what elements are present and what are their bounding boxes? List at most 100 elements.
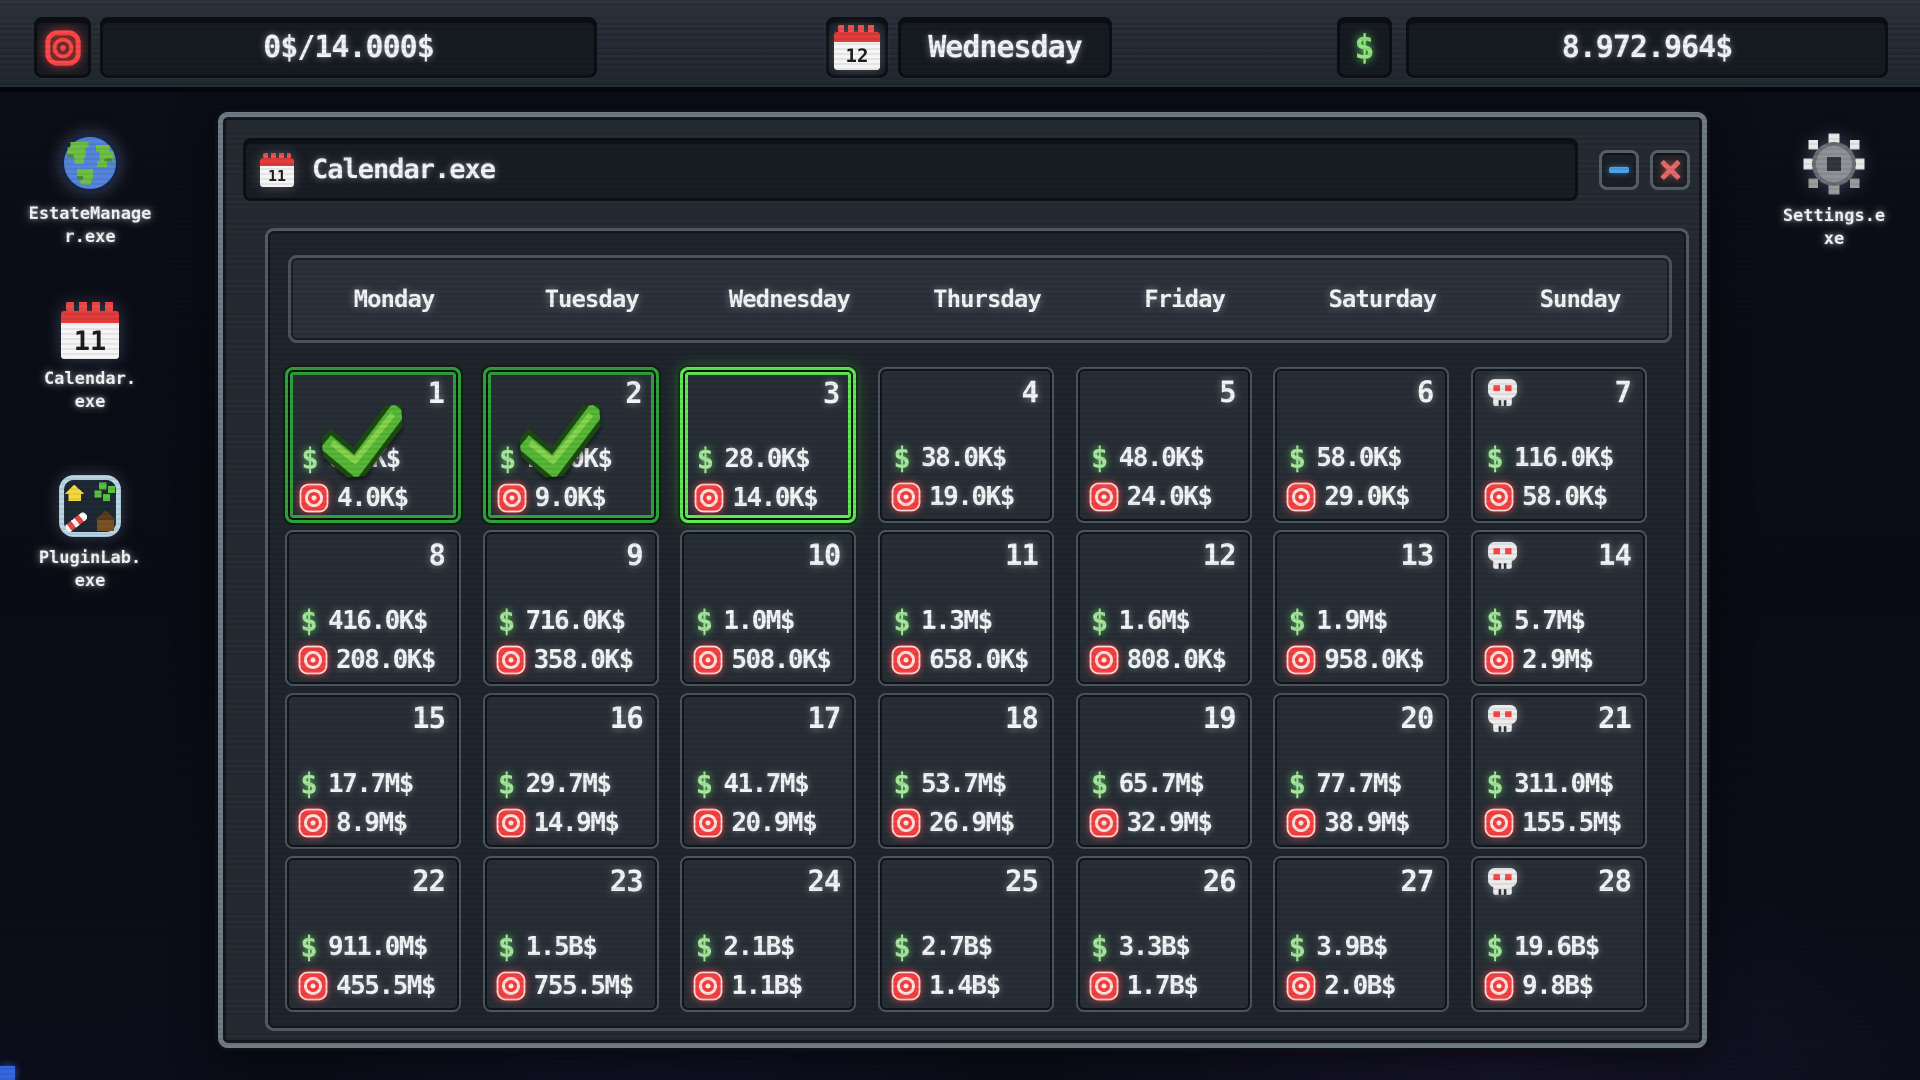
day-cell-24[interactable]: 24 $ 2.1B$ 1.1B$ bbox=[680, 856, 856, 1012]
day-cell-12[interactable]: 12 $ 1.6M$ 808.0K$ bbox=[1076, 530, 1252, 686]
rent-value: 19.0K$ bbox=[929, 482, 1014, 512]
close-icon bbox=[1659, 159, 1681, 181]
dollar-icon: $ bbox=[298, 930, 320, 964]
day-cell-21[interactable]: 21 $ 311.0M$ 155.5M$ bbox=[1471, 693, 1647, 849]
desktop-icon-settings[interactable]: Settings.exe bbox=[1752, 132, 1916, 251]
dollar-icon: $ bbox=[298, 767, 320, 801]
day-cell-20[interactable]: 20 $ 77.7M$ 38.9M$ bbox=[1273, 693, 1449, 849]
rent-target-icon bbox=[1286, 645, 1316, 675]
globe-icon bbox=[59, 132, 121, 194]
day-number: 3 bbox=[823, 376, 839, 410]
calendar-teeth bbox=[263, 153, 291, 158]
rent-row: 1.1B$ bbox=[693, 969, 802, 1003]
rent-value: 38.9M$ bbox=[1324, 808, 1409, 838]
dollar-icon: $ bbox=[1354, 28, 1374, 68]
rent-target-icon bbox=[891, 808, 921, 838]
day-cell-14[interactable]: 14 $ 5.7M$ 2.9M$ bbox=[1471, 530, 1647, 686]
window-titlebar[interactable]: 11 Calendar.exe bbox=[243, 138, 1578, 201]
rent-target-icon bbox=[1089, 645, 1119, 675]
rent-target-icon bbox=[1286, 808, 1316, 838]
day-cell-13[interactable]: 13 $ 1.9M$ 958.0K$ bbox=[1273, 530, 1449, 686]
desktop-icon-calendar[interactable]: 11 Calendar.exe bbox=[8, 302, 172, 414]
day-cell-5[interactable]: 5 $ 48.0K$ 24.0K$ bbox=[1076, 367, 1252, 523]
day-cell-4[interactable]: 4 $ 38.0K$ 19.0K$ bbox=[878, 367, 1054, 523]
day-number: 23 bbox=[610, 864, 643, 898]
desktop-icon-estatemanager[interactable]: EstateManager.exe bbox=[8, 132, 172, 249]
day-number: 17 bbox=[807, 701, 840, 735]
day-cell-1[interactable]: 1 $ 8.0K$ 4.0K$ bbox=[285, 367, 461, 523]
income-row: $ 19.6B$ bbox=[1484, 930, 1599, 964]
income-value: 911.0M$ bbox=[328, 932, 427, 962]
rent-target-icon bbox=[1484, 645, 1514, 675]
day-number: 19 bbox=[1203, 701, 1236, 735]
income-row: $ 28.0K$ bbox=[694, 442, 809, 476]
day-cell-26[interactable]: 26 $ 3.3B$ 1.7B$ bbox=[1076, 856, 1252, 1012]
day-cell-2[interactable]: 2 $ 18.0K$ 9.0K$ bbox=[483, 367, 659, 523]
desktop-icon-pluginlab[interactable]: PluginLab.exe bbox=[8, 474, 172, 593]
day-cell-16[interactable]: 16 $ 29.7M$ 14.9M$ bbox=[483, 693, 659, 849]
day-cell-8[interactable]: 8 $ 416.0K$ 208.0K$ bbox=[285, 530, 461, 686]
desktop-icon-label: PluginLab.exe bbox=[36, 547, 144, 593]
dollar-icon: $ bbox=[694, 442, 716, 476]
skull-icon bbox=[1484, 541, 1521, 572]
day-number: 10 bbox=[807, 538, 840, 572]
rent-value: 658.0K$ bbox=[929, 645, 1028, 675]
balance-display: 8.972.964$ bbox=[1406, 17, 1888, 78]
day-cell-17[interactable]: 17 $ 41.7M$ 20.9M$ bbox=[680, 693, 856, 849]
day-cell-15[interactable]: 15 $ 17.7M$ 8.9M$ bbox=[285, 693, 461, 849]
skull-icon bbox=[1484, 867, 1521, 898]
day-cell-10[interactable]: 10 $ 1.0M$ 508.0K$ bbox=[680, 530, 856, 686]
day-cell-27[interactable]: 27 $ 3.9B$ 2.0B$ bbox=[1273, 856, 1449, 1012]
day-cell-11[interactable]: 11 $ 1.3M$ 658.0K$ bbox=[878, 530, 1054, 686]
calendar-day-number: 11 bbox=[260, 166, 294, 187]
day-cell-25[interactable]: 25 $ 2.7B$ 1.4B$ bbox=[878, 856, 1054, 1012]
desktop-icon-label: EstateManager.exe bbox=[26, 203, 154, 249]
close-button[interactable] bbox=[1650, 150, 1690, 190]
calendar-teeth bbox=[66, 302, 114, 311]
minimize-button[interactable] bbox=[1599, 150, 1639, 190]
income-value: 1.6M$ bbox=[1119, 606, 1190, 636]
income-value: 77.7M$ bbox=[1316, 769, 1401, 799]
rent-row: 29.0K$ bbox=[1286, 480, 1409, 514]
dollar-icon: $ bbox=[693, 767, 715, 801]
income-row: $ 2.1B$ bbox=[693, 930, 794, 964]
rent-target-icon bbox=[298, 645, 328, 675]
day-cell-18[interactable]: 18 $ 53.7M$ 26.9M$ bbox=[878, 693, 1054, 849]
rent-target-icon bbox=[1089, 971, 1119, 1001]
income-value: 716.0K$ bbox=[526, 606, 625, 636]
rent-value: 58.0K$ bbox=[1522, 482, 1607, 512]
income-value: 416.0K$ bbox=[328, 606, 427, 636]
window-title: Calendar.exe bbox=[312, 154, 495, 185]
rent-value: 2.0B$ bbox=[1324, 971, 1395, 1001]
weekday-label: Friday bbox=[1097, 285, 1273, 313]
income-value: 48.0K$ bbox=[1119, 443, 1204, 473]
rent-value: 808.0K$ bbox=[1127, 645, 1226, 675]
day-cell-23[interactable]: 23 $ 1.5B$ 755.5M$ bbox=[483, 856, 659, 1012]
rent-target-icon bbox=[891, 645, 921, 675]
day-cell-6[interactable]: 6 $ 58.0K$ 29.0K$ bbox=[1273, 367, 1449, 523]
dollar-icon: $ bbox=[891, 441, 913, 475]
rent-row: 658.0K$ bbox=[891, 643, 1028, 677]
rent-value: 9.0K$ bbox=[535, 483, 606, 513]
rent-value: 1.7B$ bbox=[1127, 971, 1198, 1001]
income-row: $ 53.7M$ bbox=[891, 767, 1006, 801]
income-row: $ 416.0K$ bbox=[298, 604, 427, 638]
day-cell-3[interactable]: 3 $ 28.0K$ 14.0K$ bbox=[680, 367, 856, 523]
income-row: $ 41.7M$ bbox=[693, 767, 808, 801]
day-cell-28[interactable]: 28 $ 19.6B$ 9.8B$ bbox=[1471, 856, 1647, 1012]
rent-target-icon bbox=[298, 808, 328, 838]
income-row: $ 77.7M$ bbox=[1286, 767, 1401, 801]
day-cell-19[interactable]: 19 $ 65.7M$ 32.9M$ bbox=[1076, 693, 1252, 849]
rent-value: 29.0K$ bbox=[1324, 482, 1409, 512]
dollar-icon: $ bbox=[1089, 604, 1111, 638]
income-value: 2.1B$ bbox=[723, 932, 794, 962]
income-value: 116.0K$ bbox=[1514, 443, 1613, 473]
day-cell-9[interactable]: 9 $ 716.0K$ 358.0K$ bbox=[483, 530, 659, 686]
income-row: $ 29.7M$ bbox=[496, 767, 611, 801]
rent-row: 2.9M$ bbox=[1484, 643, 1593, 677]
day-cell-7[interactable]: 7 $ 116.0K$ 58.0K$ bbox=[1471, 367, 1647, 523]
rent-row: 26.9M$ bbox=[891, 806, 1014, 840]
rent-row: 14.9M$ bbox=[496, 806, 619, 840]
day-cell-22[interactable]: 22 $ 911.0M$ 455.5M$ bbox=[285, 856, 461, 1012]
rent-row: 14.0K$ bbox=[694, 481, 817, 515]
